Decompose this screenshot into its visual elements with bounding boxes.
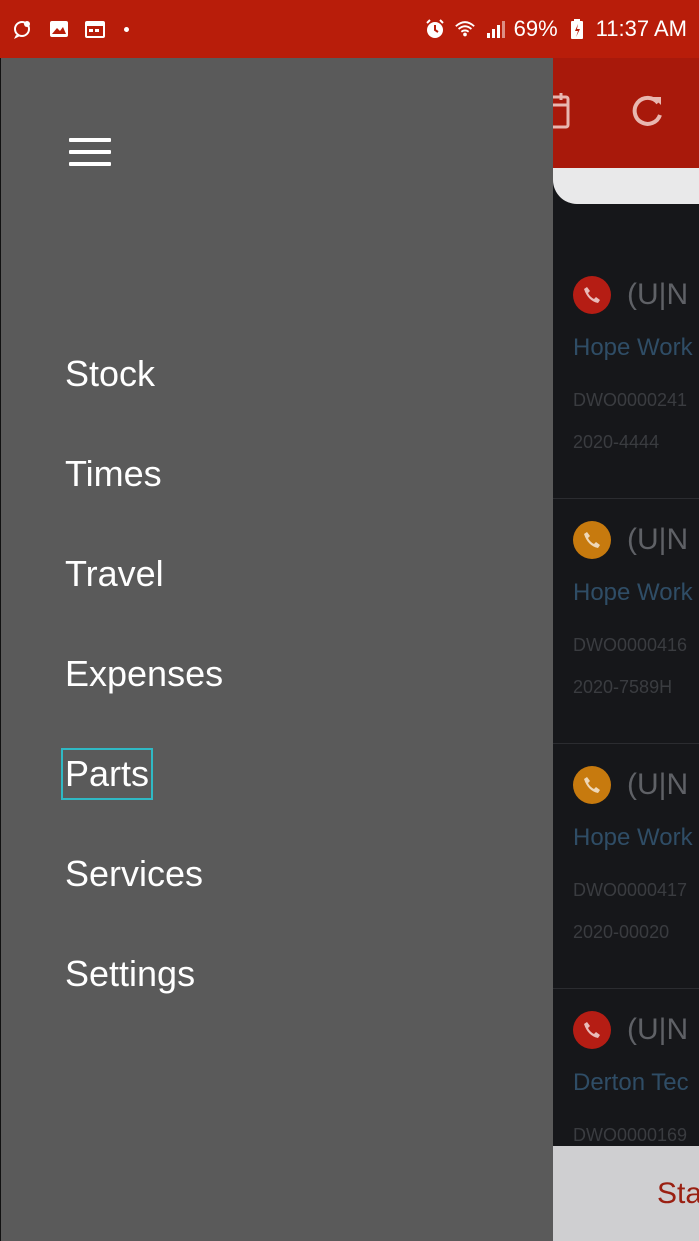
- list-item[interactable]: (U|N Hope Work DWO0000416 2020-7589H: [553, 499, 699, 744]
- menu-item-label: Times: [65, 453, 162, 494]
- menu-item-expenses[interactable]: Expenses: [63, 650, 225, 750]
- phone-icon: [573, 766, 611, 804]
- battery-percent: 69%: [513, 16, 558, 41]
- job-dwo: DWO0000169: [573, 1125, 688, 1145]
- job-code: (U|N: [627, 768, 689, 801]
- start-button-label: Sta: [657, 1176, 699, 1210]
- phone-icon: [573, 521, 611, 559]
- menu-item-label: Travel: [65, 553, 164, 594]
- drawer-menu: Stock Times Travel Expenses Parts Servic…: [60, 350, 225, 1050]
- menu-item-stock[interactable]: Stock: [63, 350, 225, 450]
- job-list: (U|N Hope Work DWO0000241 2020-4444 (U|N…: [553, 254, 699, 1234]
- list-item[interactable]: (U|N Hope Work DWO0000417 2020-00020: [553, 744, 699, 989]
- notification-dot: [124, 26, 129, 32]
- menu-item-label: Expenses: [65, 653, 224, 694]
- battery-icon: [566, 18, 588, 40]
- job-company: Derton Tec: [573, 1069, 689, 1096]
- menu-icon[interactable]: [69, 138, 113, 172]
- phone-icon: [573, 1011, 611, 1049]
- alarm-icon: [424, 18, 446, 40]
- menu-item-label: Services: [65, 853, 204, 894]
- menu-item-travel[interactable]: Travel: [63, 550, 225, 650]
- job-ref: 2020-4444: [573, 432, 660, 452]
- tab-card: [553, 168, 699, 204]
- refresh-icon[interactable]: [622, 86, 672, 136]
- signal-icon: [484, 18, 506, 40]
- job-company: Hope Work: [573, 579, 693, 606]
- menu-item-label: Settings: [65, 953, 196, 994]
- chat-bubble-icon: [12, 18, 34, 40]
- job-code: (U|N: [627, 278, 689, 311]
- list-item[interactable]: (U|N Hope Work DWO0000241 2020-4444: [553, 254, 699, 499]
- image-icon: [48, 18, 70, 40]
- clock: 11:37 AM: [595, 16, 687, 41]
- phone-icon: [573, 276, 611, 314]
- job-dwo: DWO0000417: [573, 880, 688, 900]
- status-bar-right: 69% 11:37 AM: [424, 16, 687, 42]
- job-code: (U|N: [627, 1013, 689, 1046]
- status-bar: 69% 11:37 AM: [0, 0, 699, 58]
- calendar-icon: [84, 18, 106, 40]
- job-dwo: DWO0000241: [573, 390, 688, 410]
- wifi-icon: [454, 18, 476, 40]
- job-dwo: DWO0000416: [573, 635, 688, 655]
- start-button[interactable]: Sta: [553, 1146, 699, 1241]
- menu-item-times[interactable]: Times: [63, 450, 225, 550]
- job-company: Hope Work: [573, 334, 693, 361]
- job-code: (U|N: [627, 523, 689, 556]
- menu-item-parts[interactable]: Parts: [60, 748, 225, 850]
- menu-item-settings[interactable]: Settings: [63, 950, 225, 1050]
- navigation-drawer: Stock Times Travel Expenses Parts Servic…: [0, 58, 553, 1241]
- job-ref: 2020-7589H: [573, 677, 673, 697]
- menu-item-label: Stock: [65, 353, 156, 394]
- menu-item-services[interactable]: Services: [63, 850, 225, 950]
- menu-item-label: Parts: [60, 748, 154, 800]
- job-ref: 2020-00020: [573, 922, 670, 942]
- job-company: Hope Work: [573, 824, 693, 851]
- status-bar-left: [12, 18, 129, 40]
